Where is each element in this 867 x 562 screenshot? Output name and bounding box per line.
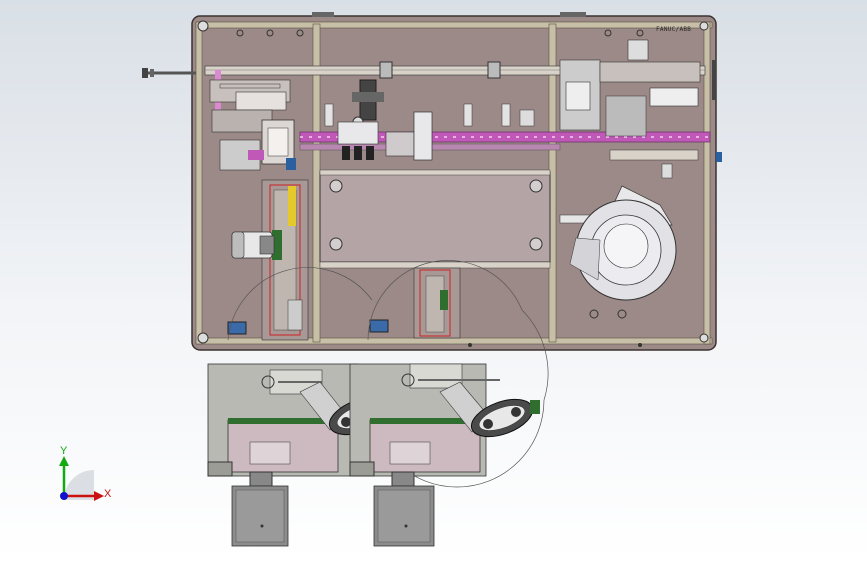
- center-cover-plate[interactable]: [319, 169, 551, 269]
- gearbox-left[interactable]: [231, 471, 289, 547]
- lower-fixture-right[interactable]: [349, 363, 540, 477]
- gearbox-right[interactable]: [373, 471, 435, 547]
- left-vertical-actuator[interactable]: [261, 179, 309, 341]
- left-gripper-assembly[interactable]: [209, 79, 296, 171]
- cad-viewport[interactable]: Y X: [0, 0, 867, 562]
- side-rod[interactable]: [142, 68, 196, 78]
- servo-motor[interactable]: [231, 231, 275, 259]
- axis-triad: Y X: [59, 445, 112, 501]
- x-axis-label: X: [104, 488, 112, 500]
- center-vertical-actuator[interactable]: [413, 267, 461, 339]
- y-axis-label: Y: [60, 445, 68, 457]
- plate-badge: FANUC/ABB: [656, 26, 692, 33]
